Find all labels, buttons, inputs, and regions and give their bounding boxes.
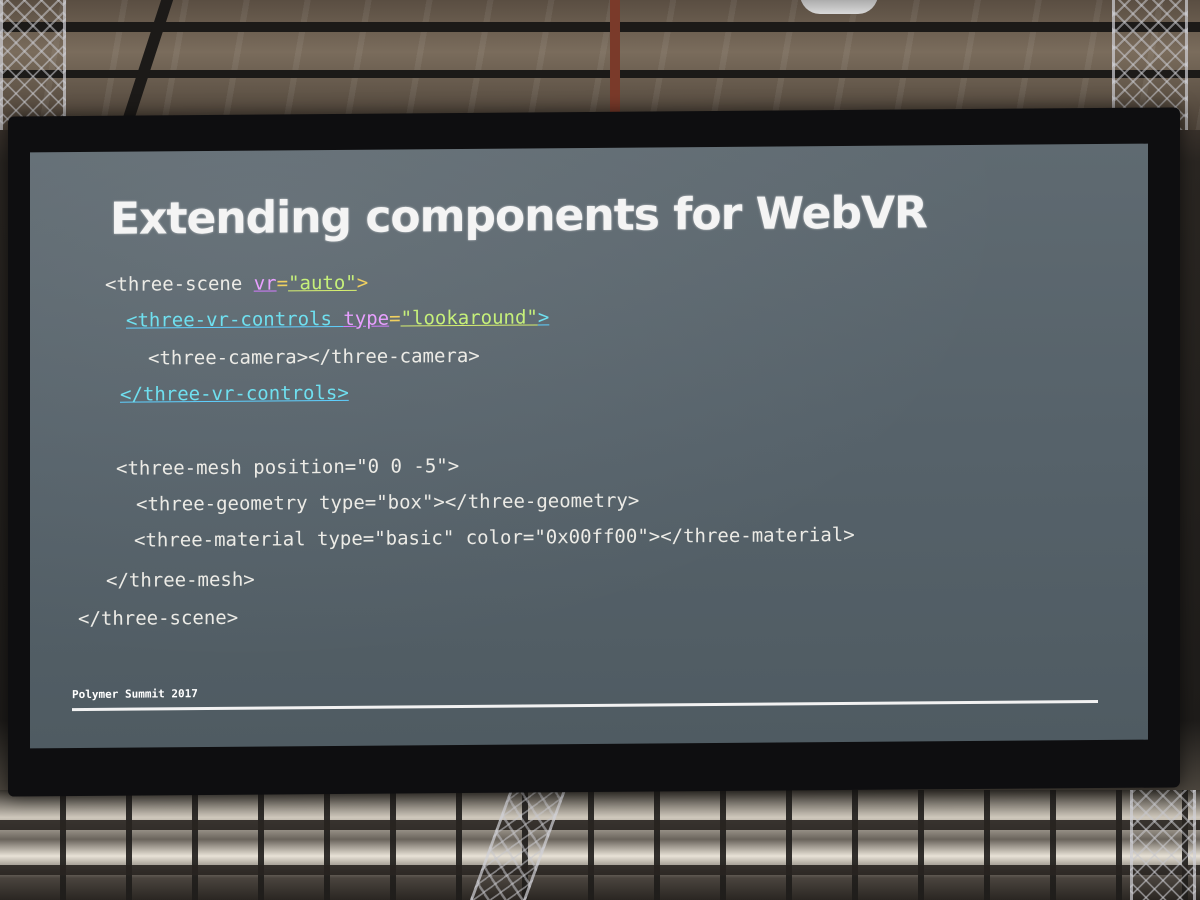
lower-beam bbox=[0, 865, 1200, 875]
code-line: <three-camera></three-camera> bbox=[148, 344, 480, 370]
lighting-truss bbox=[0, 0, 66, 130]
lower-ceiling-lights bbox=[0, 790, 1200, 900]
ceiling-beam bbox=[0, 70, 1200, 78]
code-line: <three-geometry type="box"></three-geome… bbox=[136, 489, 640, 516]
code-token: <three-scene bbox=[105, 272, 254, 296]
code-attr-highlight: vr bbox=[253, 272, 277, 295]
code-close: > bbox=[537, 306, 550, 329]
code-line: <three-scene vr="auto"> bbox=[105, 272, 368, 296]
slide-footer: Polymer Summit 2017 bbox=[72, 687, 198, 702]
footer-rule bbox=[72, 700, 1098, 712]
ceiling-beam bbox=[610, 0, 620, 120]
code-line: <three-mesh position="0 0 -5"> bbox=[116, 455, 460, 480]
code-equals: = bbox=[276, 272, 289, 295]
code-equals: = bbox=[389, 307, 401, 330]
lower-beam bbox=[0, 820, 1200, 830]
code-value-highlight: "auto" bbox=[288, 271, 357, 295]
code-attr-highlight: type bbox=[343, 307, 390, 330]
slide-title: Extending components for WebVR bbox=[110, 187, 927, 245]
lighting-truss bbox=[1130, 790, 1196, 900]
presentation-monitor: Extending components for WebVR <three-sc… bbox=[8, 107, 1180, 797]
code-line: </three-vr-controls> bbox=[120, 381, 349, 406]
code-close: > bbox=[356, 271, 369, 294]
ceiling-beam bbox=[0, 22, 1200, 32]
ceiling-lamp bbox=[800, 0, 878, 14]
code-value-highlight: "lookaround" bbox=[400, 306, 538, 330]
code-tag-highlight: <three-vr-controls bbox=[126, 307, 344, 332]
code-line: <three-material type="basic" color="0x00… bbox=[134, 523, 855, 552]
code-line: </three-mesh> bbox=[106, 568, 255, 592]
code-block: <three-scene vr="auto"> <three-vr-contro… bbox=[30, 152, 855, 630]
slide: Extending components for WebVR <three-sc… bbox=[30, 143, 1148, 749]
code-line: </three-scene> bbox=[78, 606, 239, 631]
code-line: <three-vr-controls type="lookaround"> bbox=[126, 306, 549, 331]
